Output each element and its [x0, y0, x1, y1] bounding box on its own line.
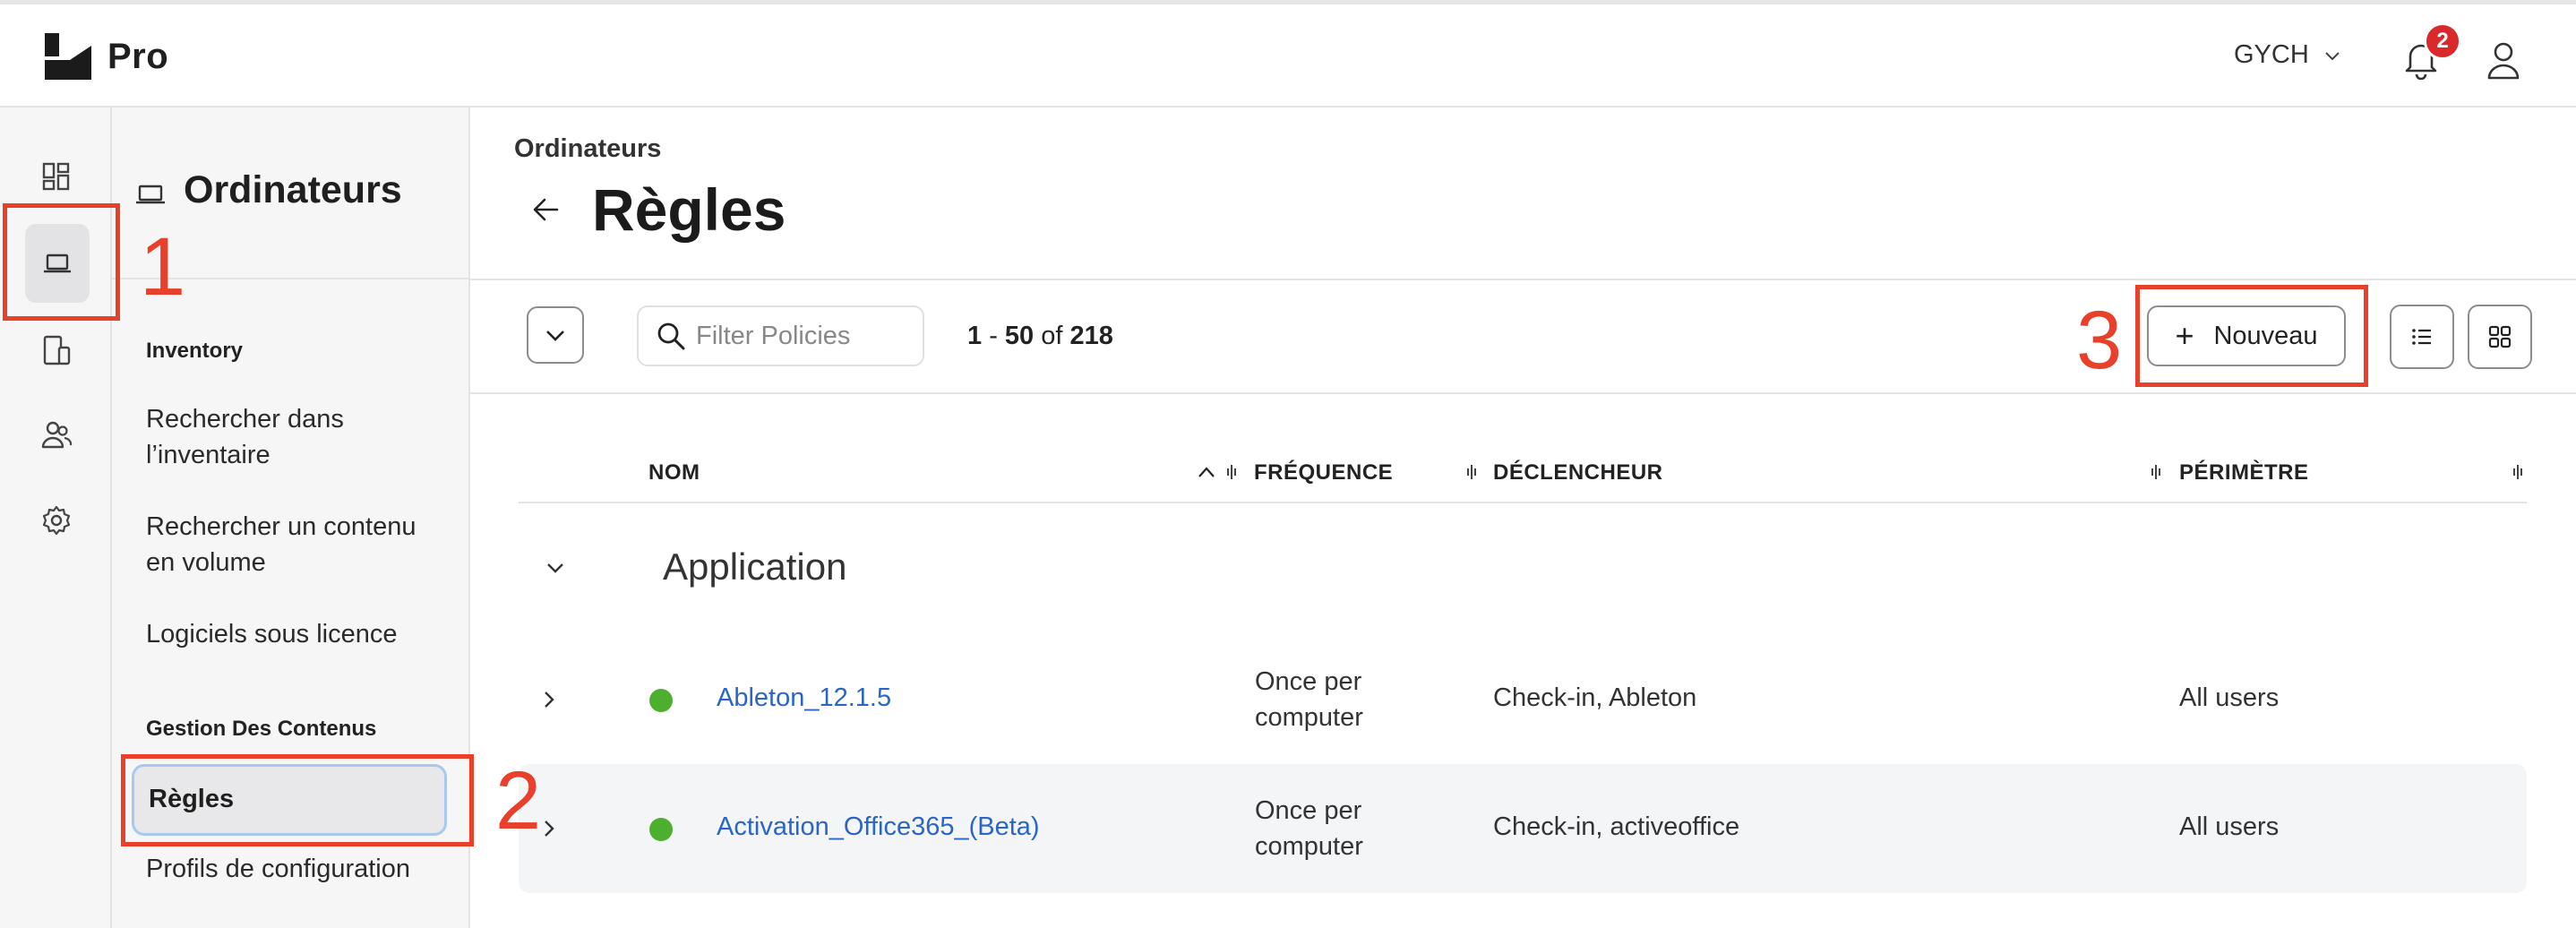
column-header-scope[interactable]: PÉRIMÈTRE [2179, 460, 2309, 485]
sidebar-item-licensed-software[interactable]: Logiciels sous licence [146, 616, 451, 652]
column-header-name[interactable]: NOM [648, 460, 700, 485]
pager-to: 50 [1004, 322, 1035, 350]
status-enabled-indicator [649, 689, 673, 712]
rail-users[interactable] [25, 403, 88, 466]
table-header-divider [519, 502, 2527, 503]
gear-icon [42, 505, 71, 536]
pager-total: 218 [1069, 322, 1113, 350]
policy-scope: All users [2179, 812, 2280, 841]
column-header-trigger[interactable]: DÉCLENCHEUR [1493, 460, 1663, 485]
column-resize-icon[interactable] [1225, 462, 1238, 482]
user-account-icon[interactable] [2486, 40, 2521, 80]
table-row[interactable]: Ableton_12.1.5 Once per computer Check-i… [519, 635, 2527, 764]
sidebar-section-content: Gestion Des Contenus [146, 717, 377, 741]
annotation-number-2: 2 [495, 755, 542, 846]
chevron-down-icon [2325, 51, 2340, 60]
pager-of: of [1041, 322, 1063, 350]
pager-from: 1 [967, 322, 983, 350]
top-bar: Pro GYCH 2 [0, 0, 2576, 107]
sidebar-item-mass-search[interactable]: Rechercher un contenu en volume [146, 509, 451, 580]
organization-name: GYCH [2234, 40, 2309, 69]
notification-count-badge: 2 [2424, 22, 2461, 60]
annotation-box-1 [3, 203, 120, 321]
column-resize-icon[interactable] [2512, 462, 2524, 482]
policy-trigger: Check-in, Ableton [1493, 683, 1697, 712]
policy-name-link[interactable]: Activation_Office365_(Beta) [717, 812, 1040, 842]
pagination-summary: 1 - 50 of 218 [967, 322, 1113, 350]
toolbar-divider [470, 392, 2576, 394]
laptop-icon [136, 185, 165, 204]
column-resize-icon[interactable] [1465, 462, 1478, 482]
rail-settings[interactable] [25, 489, 88, 552]
dashboard-icon [42, 162, 70, 191]
grid-view-button[interactable] [2468, 305, 2532, 369]
chevron-down-icon [546, 331, 564, 341]
users-icon [41, 421, 73, 449]
sort-ascending-icon[interactable] [1196, 463, 1217, 481]
annotation-box-3 [2135, 285, 2368, 387]
chevron-right-icon[interactable] [538, 816, 560, 841]
annotation-number-3: 3 [2076, 295, 2123, 386]
policy-frequency: Once per computer [1255, 796, 1363, 861]
sidebar-item-configuration-profiles[interactable]: Profils de configuration [146, 851, 451, 887]
brand-name: Pro [107, 36, 169, 76]
rail-dashboard[interactable] [25, 145, 88, 208]
group-header-application: Application [663, 546, 847, 588]
collapse-all-button[interactable] [527, 306, 584, 364]
annotation-box-2 [121, 754, 474, 846]
brand-logo-icon [45, 33, 91, 80]
sidebar-title: Ordinateurs [184, 168, 402, 211]
mobile-devices-icon [43, 335, 71, 365]
page-title: Règles [592, 176, 786, 243]
status-enabled-indicator [649, 818, 673, 841]
policy-scope: All users [2179, 683, 2280, 712]
list-view-icon [2412, 329, 2431, 345]
policy-frequency: Once per computer [1255, 667, 1363, 732]
table-row[interactable]: Activation_Office365_(Beta) Once per com… [519, 764, 2527, 893]
sidebar-section-inventory: Inventory [146, 339, 244, 363]
filter-box [637, 305, 924, 366]
policy-trigger: Check-in, activeoffice [1493, 812, 1740, 841]
policy-name-link[interactable]: Ableton_12.1.5 [717, 683, 891, 713]
sidebar-item-search-inventory[interactable]: Rechercher dans l’inventaire [146, 401, 451, 473]
list-view-button[interactable] [2390, 305, 2454, 369]
filter-policies-input[interactable] [696, 321, 911, 351]
header-divider [470, 279, 2576, 280]
chevron-right-icon[interactable] [538, 687, 560, 712]
column-header-frequency[interactable]: FRÉQUENCE [1254, 460, 1393, 485]
brand[interactable]: Pro [45, 33, 168, 80]
search-icon [657, 322, 685, 350]
grid-view-icon [2488, 325, 2512, 348]
organization-select[interactable]: GYCH [2234, 40, 2341, 70]
breadcrumb[interactable]: Ordinateurs [514, 134, 661, 164]
column-resize-icon[interactable] [2150, 462, 2162, 482]
back-arrow-icon[interactable] [528, 192, 564, 228]
chevron-down-icon[interactable] [543, 555, 568, 580]
annotation-number-1: 1 [140, 221, 186, 313]
rail-mobile-devices[interactable] [25, 319, 88, 382]
